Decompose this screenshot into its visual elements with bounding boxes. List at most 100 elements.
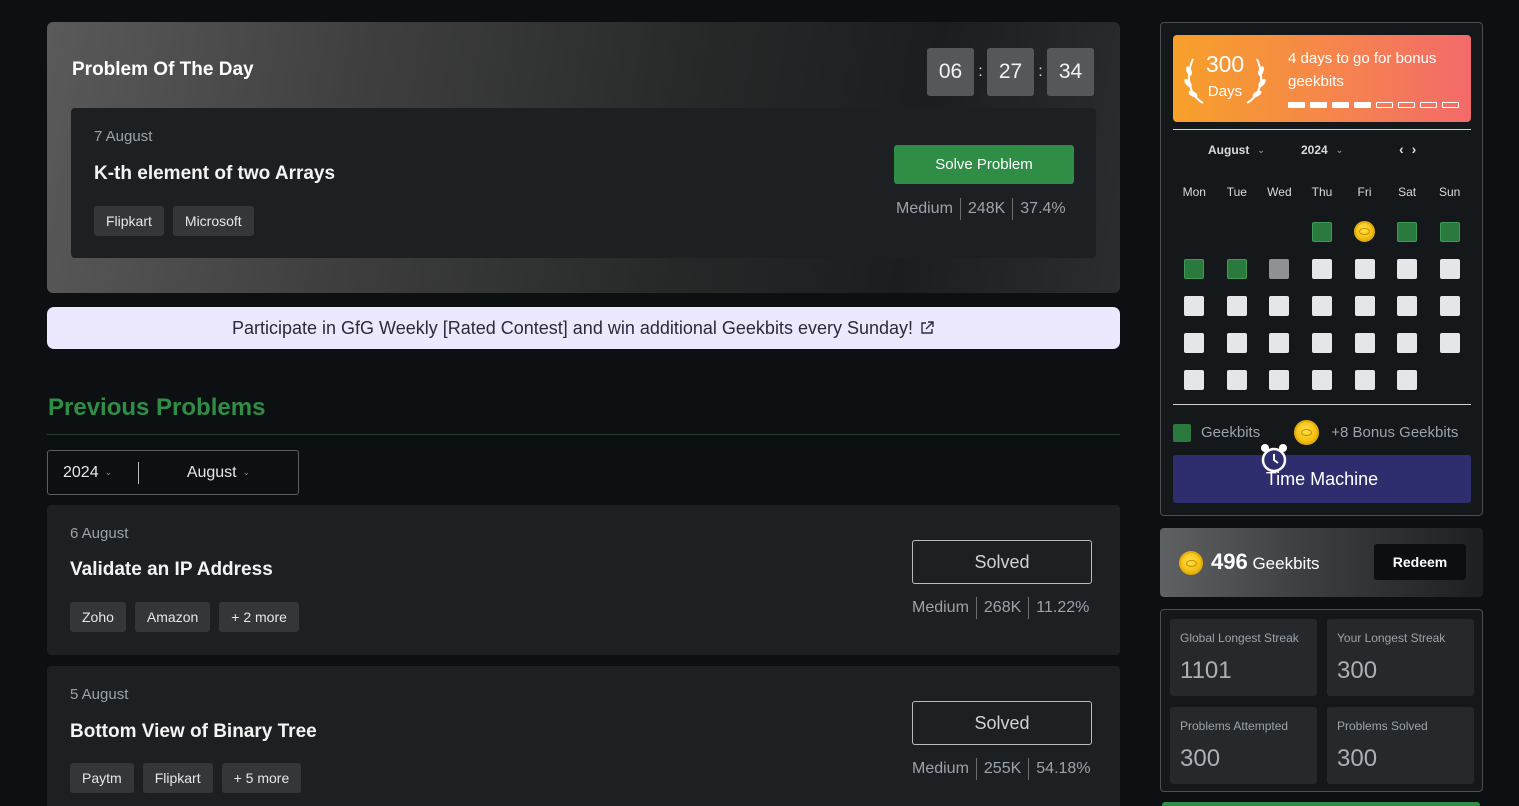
stats-panel: Global Longest Streak 1101 Your Longest … (1160, 609, 1483, 792)
problem-meta: Medium 255K 54.18% (905, 758, 1098, 780)
geekbits-legend-swatch (1173, 423, 1191, 442)
calendar-day[interactable] (1343, 250, 1386, 287)
chevron-down-icon: ⌄ (1335, 144, 1344, 155)
calendar-day[interactable] (1386, 287, 1429, 324)
calendar-day[interactable] (1301, 250, 1344, 287)
calendar-day[interactable] (1428, 324, 1471, 361)
accuracy: 11.22% (1036, 599, 1090, 616)
chevron-down-icon: ⌄ (1257, 144, 1265, 155)
calendar-day (1428, 361, 1471, 398)
calendar-day[interactable] (1258, 250, 1301, 287)
streak-progress-segment (1354, 102, 1371, 108)
calendar-day[interactable] (1386, 213, 1429, 250)
calendar-day[interactable] (1173, 324, 1216, 361)
redeem-button[interactable]: Redeem (1374, 544, 1466, 580)
company-tag[interactable]: Amazon (134, 602, 211, 632)
contest-banner[interactable]: Participate in GfG Weekly [Rated Contest… (47, 307, 1120, 349)
potd-tags: Flipkart Microsoft (94, 206, 254, 236)
day-empty-marker (1269, 295, 1290, 316)
day-empty-marker (1311, 258, 1332, 279)
calendar-day[interactable] (1173, 287, 1216, 324)
timer-hours: 06 (927, 48, 974, 96)
coin-icon (1354, 221, 1376, 242)
previous-problems-heading: Previous Problems (48, 394, 266, 421)
more-tags[interactable]: + 5 more (221, 763, 302, 793)
day-empty-marker (1226, 369, 1247, 390)
calendar-day[interactable] (1343, 213, 1386, 250)
calendar-day[interactable] (1428, 287, 1471, 324)
calendar-day[interactable] (1173, 250, 1216, 287)
calendar-day[interactable] (1386, 361, 1429, 398)
day-empty-marker (1439, 295, 1460, 316)
potd-card: 7 August K-th element of two Arrays Flip… (71, 108, 1096, 258)
problem-title[interactable]: Validate an IP Address (70, 559, 273, 581)
solved-button[interactable]: Solved (912, 701, 1092, 745)
chevron-right-icon[interactable]: › (1412, 141, 1417, 157)
day-solved-marker (1439, 221, 1460, 242)
coin-icon (1294, 420, 1320, 445)
difficulty: Medium (912, 599, 969, 616)
chevron-left-icon[interactable]: ‹ (1399, 141, 1404, 157)
external-link-icon (921, 321, 934, 334)
calendar-day[interactable] (1301, 287, 1344, 324)
company-tag[interactable]: Flipkart (142, 763, 213, 793)
problem-tags: Zoho Amazon + 2 more (70, 602, 299, 632)
streak-progress-segment (1420, 102, 1437, 108)
potd-problem-title[interactable]: K-th element of two Arrays (94, 163, 335, 185)
potd-section: Problem Of The Day 06 : 27 : 34 7 August… (47, 22, 1120, 293)
solved-button[interactable]: Solved (912, 540, 1092, 584)
weekday-label: Mon (1182, 185, 1206, 199)
weekday-label: Fri (1357, 185, 1372, 199)
day-solved-marker (1311, 221, 1332, 242)
day-empty-marker (1439, 332, 1460, 353)
day-empty-marker (1184, 295, 1205, 316)
calendar-day[interactable] (1216, 250, 1259, 287)
weekday-label: Thu (1311, 185, 1333, 199)
month-select[interactable]: August ⌄ (139, 464, 298, 482)
calendar-day[interactable] (1301, 361, 1344, 398)
calendar-day[interactable] (1428, 250, 1471, 287)
calendar-day[interactable] (1258, 361, 1301, 398)
streak-message: 4 days to go for bonus geekbits (1288, 50, 1437, 90)
calendar-day[interactable] (1301, 324, 1344, 361)
calendar-day (1173, 213, 1216, 250)
streak-progress-segment (1288, 102, 1305, 108)
calendar-legend: Geekbits +8 Bonus Geekbits (1173, 420, 1471, 445)
calendar-day[interactable] (1258, 324, 1301, 361)
solve-problem-button[interactable]: Solve Problem (894, 145, 1074, 184)
legend-geekbits: Geekbits (1201, 424, 1261, 441)
streak-progress-segment (1376, 102, 1393, 108)
company-tag[interactable]: Paytm (70, 763, 134, 793)
more-tags[interactable]: + 2 more (219, 602, 299, 632)
countdown-timer: 06 : 27 : 34 (927, 48, 1094, 96)
calendar-day[interactable] (1386, 250, 1429, 287)
streak-progress-segment (1332, 102, 1349, 108)
calendar-day[interactable] (1343, 324, 1386, 361)
streak-banner: 300 Days 4 days to go for bonus geekbits (1173, 35, 1471, 122)
time-machine-button[interactable]: Time Machine (1173, 444, 1471, 503)
calendar-day[interactable] (1343, 361, 1386, 398)
calendar-day[interactable] (1216, 324, 1259, 361)
calendar-day (1216, 213, 1259, 250)
calendar-day[interactable] (1386, 324, 1429, 361)
calendar-day[interactable] (1428, 213, 1471, 250)
calendar-day[interactable] (1301, 213, 1344, 250)
calendar-day[interactable] (1216, 287, 1259, 324)
calendar-year-select[interactable]: 2024 ⌄ (1301, 143, 1343, 157)
streak-days: 300 (1205, 51, 1245, 77)
problem-meta: Medium 268K 11.22% (905, 597, 1096, 619)
day-empty-marker (1226, 295, 1247, 316)
streak-calendar-panel: 300 Days 4 days to go for bonus geekbits… (1160, 22, 1483, 516)
alarm-clock-icon (1261, 444, 1287, 473)
difficulty: Medium (912, 760, 969, 777)
company-tag[interactable]: Microsoft (172, 206, 254, 236)
calendar-day[interactable] (1173, 361, 1216, 398)
company-tag[interactable]: Zoho (70, 602, 126, 632)
calendar-day[interactable] (1216, 361, 1259, 398)
problem-title[interactable]: Bottom View of Binary Tree (70, 721, 317, 743)
calendar-day[interactable] (1258, 287, 1301, 324)
calendar-month-select[interactable]: August ⌄ (1208, 143, 1265, 157)
year-select[interactable]: 2024 ⌄ (48, 464, 138, 482)
company-tag[interactable]: Flipkart (94, 206, 164, 236)
calendar-day[interactable] (1343, 287, 1386, 324)
